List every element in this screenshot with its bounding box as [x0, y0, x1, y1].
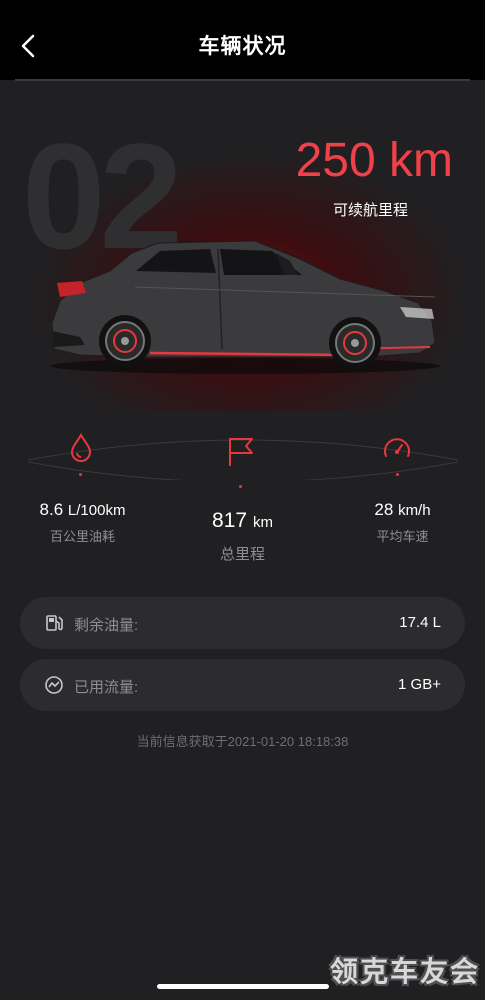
speedometer-icon — [384, 438, 410, 457]
total-mileage-marker — [239, 485, 242, 488]
fuel-drop-icon — [70, 432, 92, 462]
data-usage-icon — [45, 676, 63, 694]
data-usage-value: 1 GB+ — [398, 676, 441, 693]
fuel-consumption-unit: L/100km — [67, 502, 126, 519]
data-usage-label: 已用流量: — [74, 679, 139, 696]
home-indicator[interactable] — [157, 984, 329, 989]
fuel-consumption-number: 8.6 — [39, 500, 64, 519]
data-timestamp: 当前信息获取于2021-01-20 18:18:38 — [136, 734, 349, 749]
fuel-consumption-value: 8.6 L/100km — [20, 500, 145, 520]
remaining-fuel-row: 剩余油量: 17.4 L — [20, 597, 465, 649]
remaining-range-value: 250 km — [295, 134, 453, 187]
average-speed-value: 28 km/h — [340, 500, 465, 520]
fuel-pump-icon — [46, 615, 63, 631]
average-speed-number: 28 — [374, 500, 394, 519]
vehicle-hero-panel: 02 250 km 可续航里程 — [0, 81, 485, 411]
average-speed-label: 平均车速 — [376, 529, 429, 544]
fuel-consumption-label: 百公里油耗 — [49, 529, 115, 544]
total-mileage-unit: km — [252, 514, 273, 531]
vehicle-image — [50, 240, 440, 374]
total-mileage-number: 817 — [212, 509, 248, 532]
remaining-range-label: 可续航里程 — [332, 202, 408, 219]
fuel-consumption-marker — [79, 473, 82, 476]
flag-icon — [229, 438, 253, 466]
page-title: 车辆状况 — [198, 35, 287, 58]
community-watermark: 领克车友会 — [330, 956, 481, 987]
remaining-fuel-label: 剩余油量: — [74, 617, 139, 634]
total-mileage-value: 817 km — [180, 509, 305, 533]
data-usage-row: 已用流量: 1 GB+ — [20, 659, 465, 711]
remaining-fuel-value: 17.4 L — [399, 614, 441, 631]
top-navigation-bar: 车辆状况 — [0, 0, 485, 80]
average-speed-marker — [396, 473, 399, 476]
average-speed-unit: km/h — [398, 502, 431, 519]
total-mileage-label: 总里程 — [219, 546, 265, 563]
